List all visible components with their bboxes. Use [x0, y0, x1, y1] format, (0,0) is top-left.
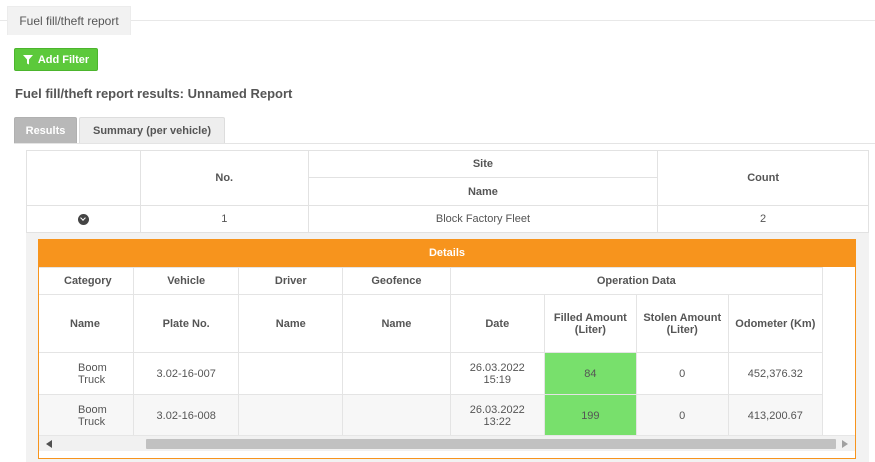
report-title: Fuel fill/theft report results: Unnamed …: [15, 86, 293, 101]
arrow-left-icon: [46, 440, 52, 448]
cell-stolen-amount: 0: [635, 352, 729, 395]
cell-plate: 3.02-16-007: [133, 352, 240, 395]
cell-odometer: 452,376.32: [727, 352, 824, 395]
header-geofence: Geofence: [342, 267, 451, 295]
page-tab-fuel-report[interactable]: Fuel fill/theft report: [7, 6, 131, 35]
cell-site-name: Block Factory Fleet: [307, 205, 659, 233]
arrow-right-icon: [842, 440, 848, 448]
header-site: Site: [307, 150, 659, 178]
cell-date: 26.03.2022 15:19: [449, 352, 545, 395]
cell-plate: 3.02-16-008: [133, 394, 240, 435]
cell-category: Boom Truck: [39, 394, 135, 435]
cell-no: 1: [139, 205, 309, 233]
header-count: Count: [657, 150, 869, 206]
header-stolen-amount: Stolen Amount (Liter): [635, 294, 729, 353]
results-table: No. Site Count Name 1 Block Factory Flee…: [26, 150, 869, 233]
filter-icon: [22, 54, 33, 64]
cell-driver: [238, 352, 344, 395]
cell-driver: [238, 394, 344, 435]
header-operation-data: Operation Data: [449, 267, 824, 295]
table-row[interactable]: 1 Block Factory Fleet 2: [26, 205, 869, 233]
header-plate-no: Plate No.: [133, 294, 240, 353]
expand-cell[interactable]: [26, 205, 141, 233]
header-vehicle: Vehicle: [133, 267, 240, 295]
header-site-name: Name: [307, 177, 659, 206]
add-filter-button[interactable]: Add Filter: [14, 48, 98, 71]
tab-summary-per-vehicle[interactable]: Summary (per vehicle): [79, 117, 225, 143]
table-row[interactable]: Boom Truck 3.02-16-007 26.03.2022 15:19 …: [39, 352, 824, 395]
cell-filled-amount: 84: [543, 352, 637, 395]
header-geofence-name: Name: [342, 294, 451, 353]
header-driver-name: Name: [238, 294, 344, 353]
scrollbar-thumb[interactable]: [146, 439, 836, 449]
details-scroll-area[interactable]: Category Vehicle Driver Geofence Operati…: [39, 267, 855, 435]
scroll-right-button[interactable]: [837, 436, 853, 452]
scroll-left-button[interactable]: [41, 436, 57, 452]
header-date: Date: [449, 294, 545, 353]
cell-category: Boom Truck: [39, 352, 135, 395]
cell-geofence: [342, 394, 451, 435]
cell-filled-amount: 199: [543, 394, 637, 435]
header-no: No.: [139, 150, 309, 206]
details-panel: Details Category Vehicle Driver Geofence…: [38, 239, 856, 459]
header-driver: Driver: [238, 267, 344, 295]
header-odometer: Odometer (Km): [727, 294, 824, 353]
header-filled-amount: Filled Amount (Liter): [543, 294, 637, 353]
details-table: Category Vehicle Driver Geofence Operati…: [39, 267, 824, 435]
cell-stolen-amount: 0: [635, 394, 729, 435]
horizontal-scrollbar[interactable]: [39, 435, 855, 451]
cell-date: 26.03.2022 13:22: [449, 394, 545, 435]
cell-odometer: 413,200.67: [727, 394, 824, 435]
cell-geofence: [342, 352, 451, 395]
table-row[interactable]: Boom Truck 3.02-16-008 26.03.2022 13:22 …: [39, 394, 824, 435]
expand-column-header: [26, 150, 141, 206]
cell-count: 2: [657, 205, 869, 233]
header-category: Category: [39, 267, 135, 295]
add-filter-label: Add Filter: [37, 53, 90, 66]
chevron-down-circle-icon[interactable]: [77, 213, 89, 225]
tabs-divider: [14, 143, 875, 144]
details-title: Details: [39, 240, 855, 267]
tab-results[interactable]: Results: [14, 117, 77, 143]
header-category-name: Name: [39, 294, 135, 353]
report-tabs: Results Summary (per vehicle): [14, 117, 225, 143]
top-bar: [0, 0, 875, 21]
